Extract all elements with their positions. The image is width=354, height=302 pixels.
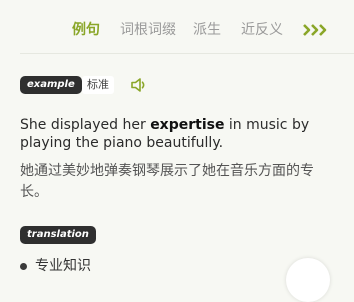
tab-derivatives[interactable]: 派生 — [193, 20, 221, 40]
bullet-icon — [20, 262, 27, 270]
tab-roots-affixes[interactable]: 词根词缀 — [120, 20, 176, 40]
triple-chevron-right-icon[interactable] — [302, 20, 330, 40]
standard-tag: 标准 — [82, 76, 114, 94]
tab-bar: 例句 词根词缀 派生 近反义 — [0, 0, 354, 50]
tab-divider — [20, 53, 354, 54]
example-translation: 她通过美妙地弹奏钢琴展示了她在音乐方面的专长。 — [20, 163, 314, 200]
sentence-part: She displayed her — [20, 117, 151, 133]
sentence-keyword[interactable]: expertise — [150, 117, 224, 133]
translation-badge: translation — [20, 226, 96, 244]
speaker-icon[interactable] — [130, 77, 148, 93]
tab-examples[interactable]: 例句 — [72, 20, 100, 40]
translation-item-label: 专业知识 — [35, 258, 91, 274]
translation-item: 专业知识 — [20, 255, 91, 275]
example-sentence: She displayed her expertise in music by … — [20, 116, 340, 152]
tab-synonyms-antonyms[interactable]: 近反义 — [241, 20, 283, 40]
example-badge: example — [20, 76, 82, 94]
